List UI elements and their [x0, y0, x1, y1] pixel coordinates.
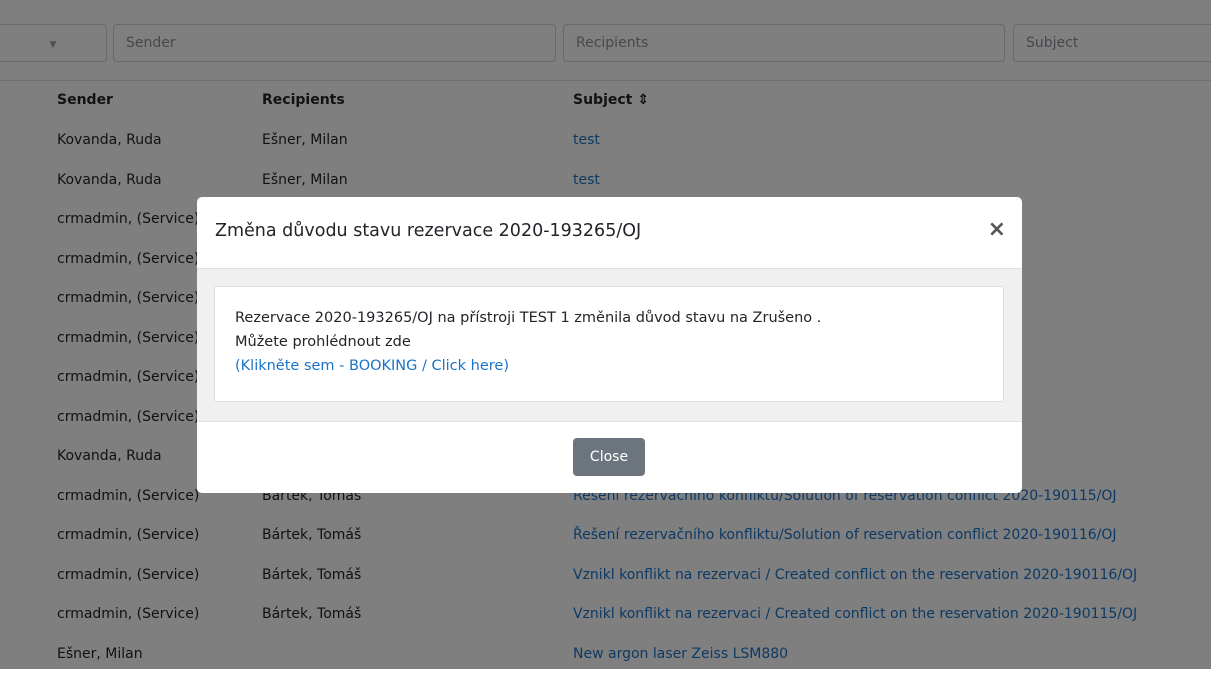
message-card: Rezervace 2020-193265/OJ na přístroji TE…	[214, 286, 1004, 402]
message-text-view: Můžete prohlédnout zde	[235, 334, 411, 350]
close-icon[interactable]: ×	[988, 219, 1006, 241]
modal-footer: Close	[197, 421, 1022, 493]
modal-body: Rezervace 2020-193265/OJ na přístroji TE…	[197, 269, 1022, 421]
modal-header: Změna důvodu stavu rezervace 2020-193265…	[197, 197, 1022, 269]
booking-link[interactable]: (Klikněte sem - BOOKING / Click here)	[235, 358, 509, 374]
status-change-modal: Změna důvodu stavu rezervace 2020-193265…	[197, 197, 1022, 493]
modal-title: Změna důvodu stavu rezervace 2020-193265…	[215, 221, 641, 241]
close-button[interactable]: Close	[573, 438, 645, 476]
message-text: Rezervace 2020-193265/OJ na přístroji TE…	[235, 310, 821, 326]
